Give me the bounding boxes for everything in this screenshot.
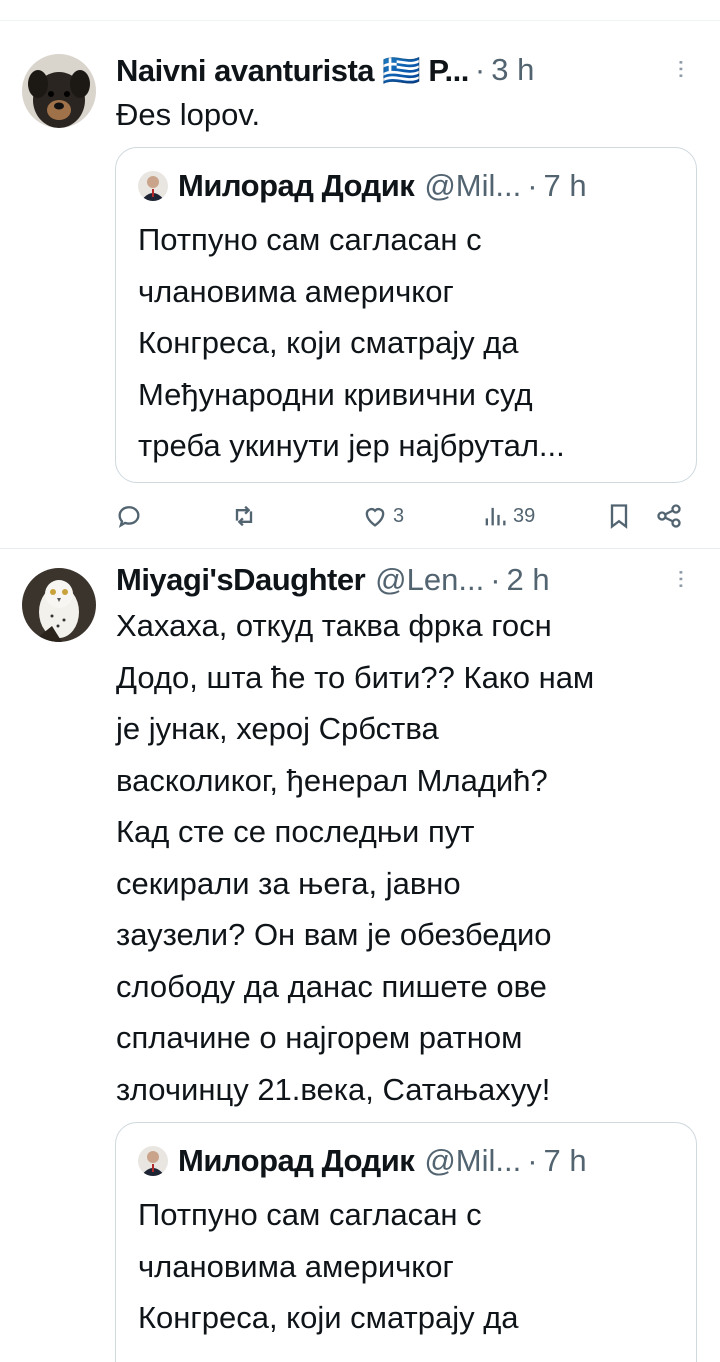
quote-timestamp: 7 h [543,168,587,203]
tweet-text: Đes lopov. [116,97,261,132]
like-count: 3 [393,504,405,527]
views-icon [485,507,506,526]
quote-text: Потпуно сам сагласан с члановима америчк… [138,222,565,463]
quote-author-handle: @Mil... [424,1143,522,1178]
share-icon [657,504,681,528]
separator-dot: · [474,52,486,87]
tweet-header: Naivni avanturista 🇬🇷 P... · 3 h [116,50,690,90]
timestamp[interactable]: 3 h [491,52,534,88]
tweet-header: Miyagi'sDaughter @Len... · 2 h [116,560,690,600]
bookmark-icon [610,504,628,529]
tweet-divider [0,548,720,549]
separator-dot: · [490,562,501,597]
author-name[interactable]: Miyagi'sDaughter [116,562,366,598]
repost-button[interactable] [230,502,262,530]
quoted-tweet[interactable]: Милорад Додик @Mil... · 7 h Потпуно сам … [115,147,697,483]
quoted-tweet[interactable]: Милорад Додик @Mil... · 7 h Потпуно сам … [115,1122,697,1362]
views-button[interactable]: 39 [481,502,535,530]
avatar[interactable] [22,54,96,128]
quote-header: Милорад Додик @Mil... · 7 h [138,1141,678,1181]
quote-text: Потпуно сам сагласан с члановима америчк… [138,1197,519,1335]
quote-author-handle: @Mil... [424,168,522,203]
tweet-actions: 3 39 [115,496,695,536]
views-count: 39 [513,504,536,527]
share-button[interactable] [655,502,683,530]
avatar[interactable] [22,568,96,642]
top-divider [0,20,720,21]
quote-avatar [138,171,168,201]
timestamp[interactable]: 2 h [507,562,550,598]
author-name[interactable]: Naivni avanturista 🇬🇷 P... [116,52,469,89]
author-handle: @Len... [375,562,485,597]
quote-timestamp: 7 h [543,1143,587,1178]
bookmark-button[interactable] [605,502,633,530]
separator-dot: · [527,168,538,203]
reply-button[interactable] [115,502,147,530]
repost-icon [235,505,253,527]
quote-avatar [138,1146,168,1176]
quote-author-name: Милорад Додик [178,1143,415,1178]
quote-author-name: Милорад Додик [178,168,415,203]
like-button[interactable]: 3 [361,502,404,530]
quote-header: Милорад Додик @Mil... · 7 h [138,166,678,206]
more-icon[interactable]: ··· [668,58,698,78]
reply-icon [118,506,140,528]
tweet-text: Хахаха, откуд таква фрка госн Додо, шта … [116,608,595,1107]
more-icon[interactable]: ··· [668,568,698,588]
like-icon [365,508,385,527]
separator-dot: · [527,1143,538,1178]
